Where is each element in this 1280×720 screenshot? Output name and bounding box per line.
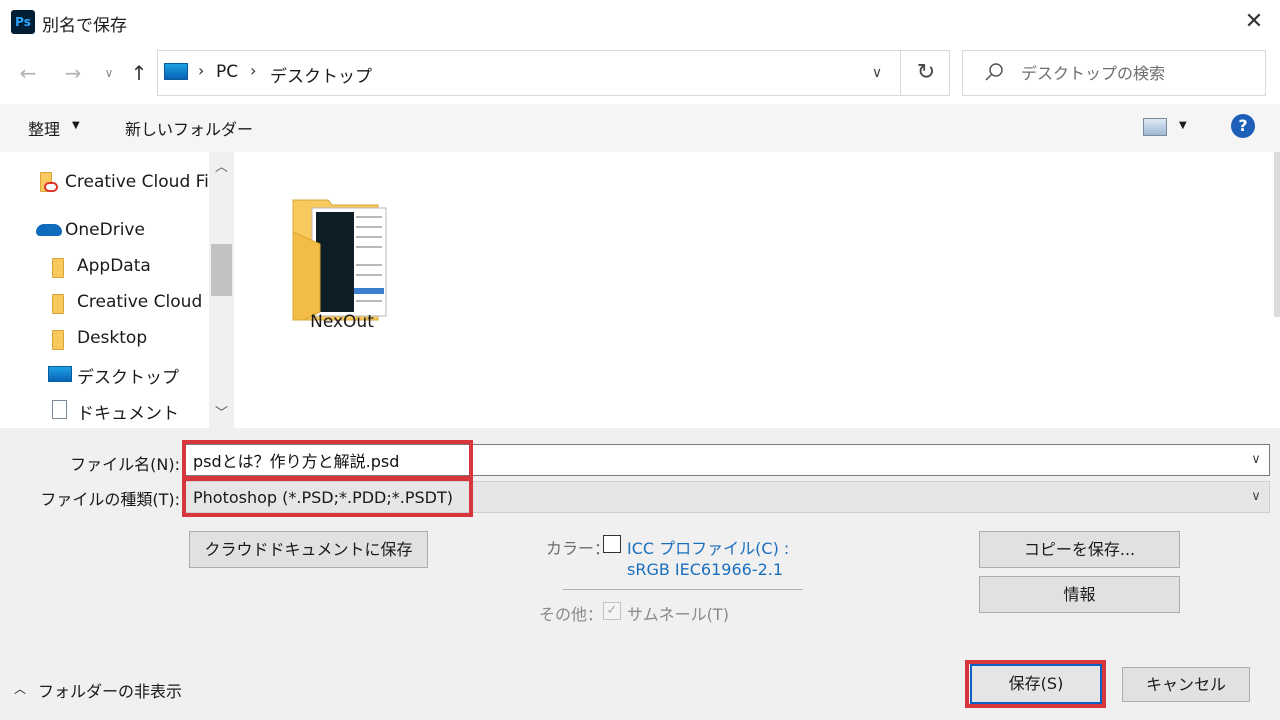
refresh-icon: ↻	[916, 60, 936, 85]
title-bar	[0, 0, 1280, 44]
search-input[interactable]	[1021, 60, 1251, 86]
divider	[900, 51, 901, 95]
chevron-right-icon: ›	[250, 61, 257, 80]
filename-field[interactable]: ∨	[182, 444, 1270, 476]
creative-cloud-badge-icon	[44, 182, 58, 192]
caret-down-icon[interactable]: ▼	[1179, 120, 1187, 131]
folder-icon	[52, 294, 64, 314]
onedrive-icon	[36, 224, 62, 236]
info-button[interactable]: 情報	[979, 576, 1180, 613]
save-to-cloud-button[interactable]: クラウドドキュメントに保存	[189, 531, 428, 568]
navigation-pane: Creative Cloud Files OneDrive AppData Cr…	[0, 152, 234, 428]
view-options-icon[interactable]	[1143, 118, 1167, 136]
sidebar-item-appdata[interactable]: AppData	[77, 256, 151, 276]
divider	[563, 589, 803, 590]
filename-input[interactable]	[193, 448, 1233, 472]
icc-profile-value: sRGB IEC61966-2.1	[627, 560, 784, 579]
scroll-up-icon[interactable]: ︿	[209, 156, 234, 175]
back-button[interactable]: ←	[15, 58, 41, 88]
sidebar-item-onedrive[interactable]: OneDrive	[65, 220, 145, 240]
save-copy-button[interactable]: コピーを保存...	[979, 531, 1180, 568]
up-button[interactable]: ↑	[126, 58, 152, 88]
chevron-right-icon: ›	[198, 61, 205, 80]
organize-button[interactable]: 整理	[28, 116, 60, 140]
hide-folders-button[interactable]: フォルダーの非表示	[38, 678, 182, 702]
scroll-down-icon[interactable]: ﹀	[209, 402, 234, 421]
scrollbar-thumb[interactable]	[211, 244, 232, 296]
close-icon: ✕	[1244, 9, 1264, 34]
recent-locations-button[interactable]: ∨	[99, 58, 119, 88]
photoshop-app-icon: Ps	[11, 10, 35, 34]
sidebar-item-documents[interactable]: ドキュメント	[77, 399, 179, 424]
command-bar: 整理 ▼ 新しいフォルダー ▼	[0, 104, 1280, 152]
chevron-down-icon[interactable]: ∨	[1243, 482, 1269, 512]
address-bar[interactable]: › PC › デスクトップ ∨ ↻	[157, 50, 950, 96]
filetype-value: Photoshop (*.PSD;*.PDD;*.PSDT)	[193, 488, 453, 507]
chevron-up-icon[interactable]: ︿	[14, 680, 26, 697]
caret-down-icon: ▼	[72, 120, 80, 131]
sidebar-item-desktop-ja[interactable]: デスクトップ	[77, 363, 179, 388]
help-icon[interactable]: ?	[1231, 114, 1255, 138]
refresh-button[interactable]: ↻	[906, 51, 946, 95]
breadcrumb-pc[interactable]: PC	[216, 62, 238, 82]
chevron-down-icon[interactable]: ∨	[1243, 445, 1269, 475]
thumbnail-checkbox[interactable]: ✓	[603, 602, 621, 620]
color-label: カラー：	[546, 539, 611, 558]
sidebar-item-creative-cloud-files[interactable]: Creative Cloud Files	[65, 172, 233, 192]
filename-label: ファイル名(N):	[70, 455, 180, 474]
close-button[interactable]: ✕	[1232, 4, 1276, 40]
search-box[interactable]	[962, 50, 1266, 96]
icc-profile-checkbox[interactable]	[603, 535, 621, 553]
folder-icon	[52, 258, 64, 278]
cancel-button[interactable]: キャンセル	[1122, 667, 1250, 702]
search-icon	[985, 63, 1003, 81]
icc-profile-label[interactable]: ICC プロファイル(C) :	[627, 535, 789, 559]
thumbnail-label: サムネール(T)	[627, 605, 729, 624]
new-folder-button[interactable]: 新しいフォルダー	[125, 116, 253, 140]
desktop-icon	[48, 366, 72, 382]
chevron-down-icon: ∨	[871, 65, 883, 81]
content-scrollbar[interactable]	[1274, 152, 1280, 317]
address-dropdown-button[interactable]: ∨	[862, 51, 892, 95]
forward-button[interactable]: →	[60, 58, 86, 88]
folder-name[interactable]: NexOut	[290, 312, 394, 332]
documents-icon	[52, 400, 67, 419]
sidebar-item-desktop[interactable]: Desktop	[77, 328, 147, 348]
save-button[interactable]: 保存(S)	[970, 664, 1102, 704]
folder-icon	[52, 330, 64, 350]
breadcrumb-desktop[interactable]: デスクトップ	[270, 62, 372, 87]
filetype-select[interactable]: Photoshop (*.PSD;*.PDD;*.PSDT) ∨	[182, 481, 1270, 513]
window-title: 別名で保存	[42, 16, 127, 36]
other-label: その他：	[539, 605, 604, 624]
pc-icon	[164, 63, 188, 80]
filetype-label: ファイルの種類(T):	[40, 490, 180, 509]
